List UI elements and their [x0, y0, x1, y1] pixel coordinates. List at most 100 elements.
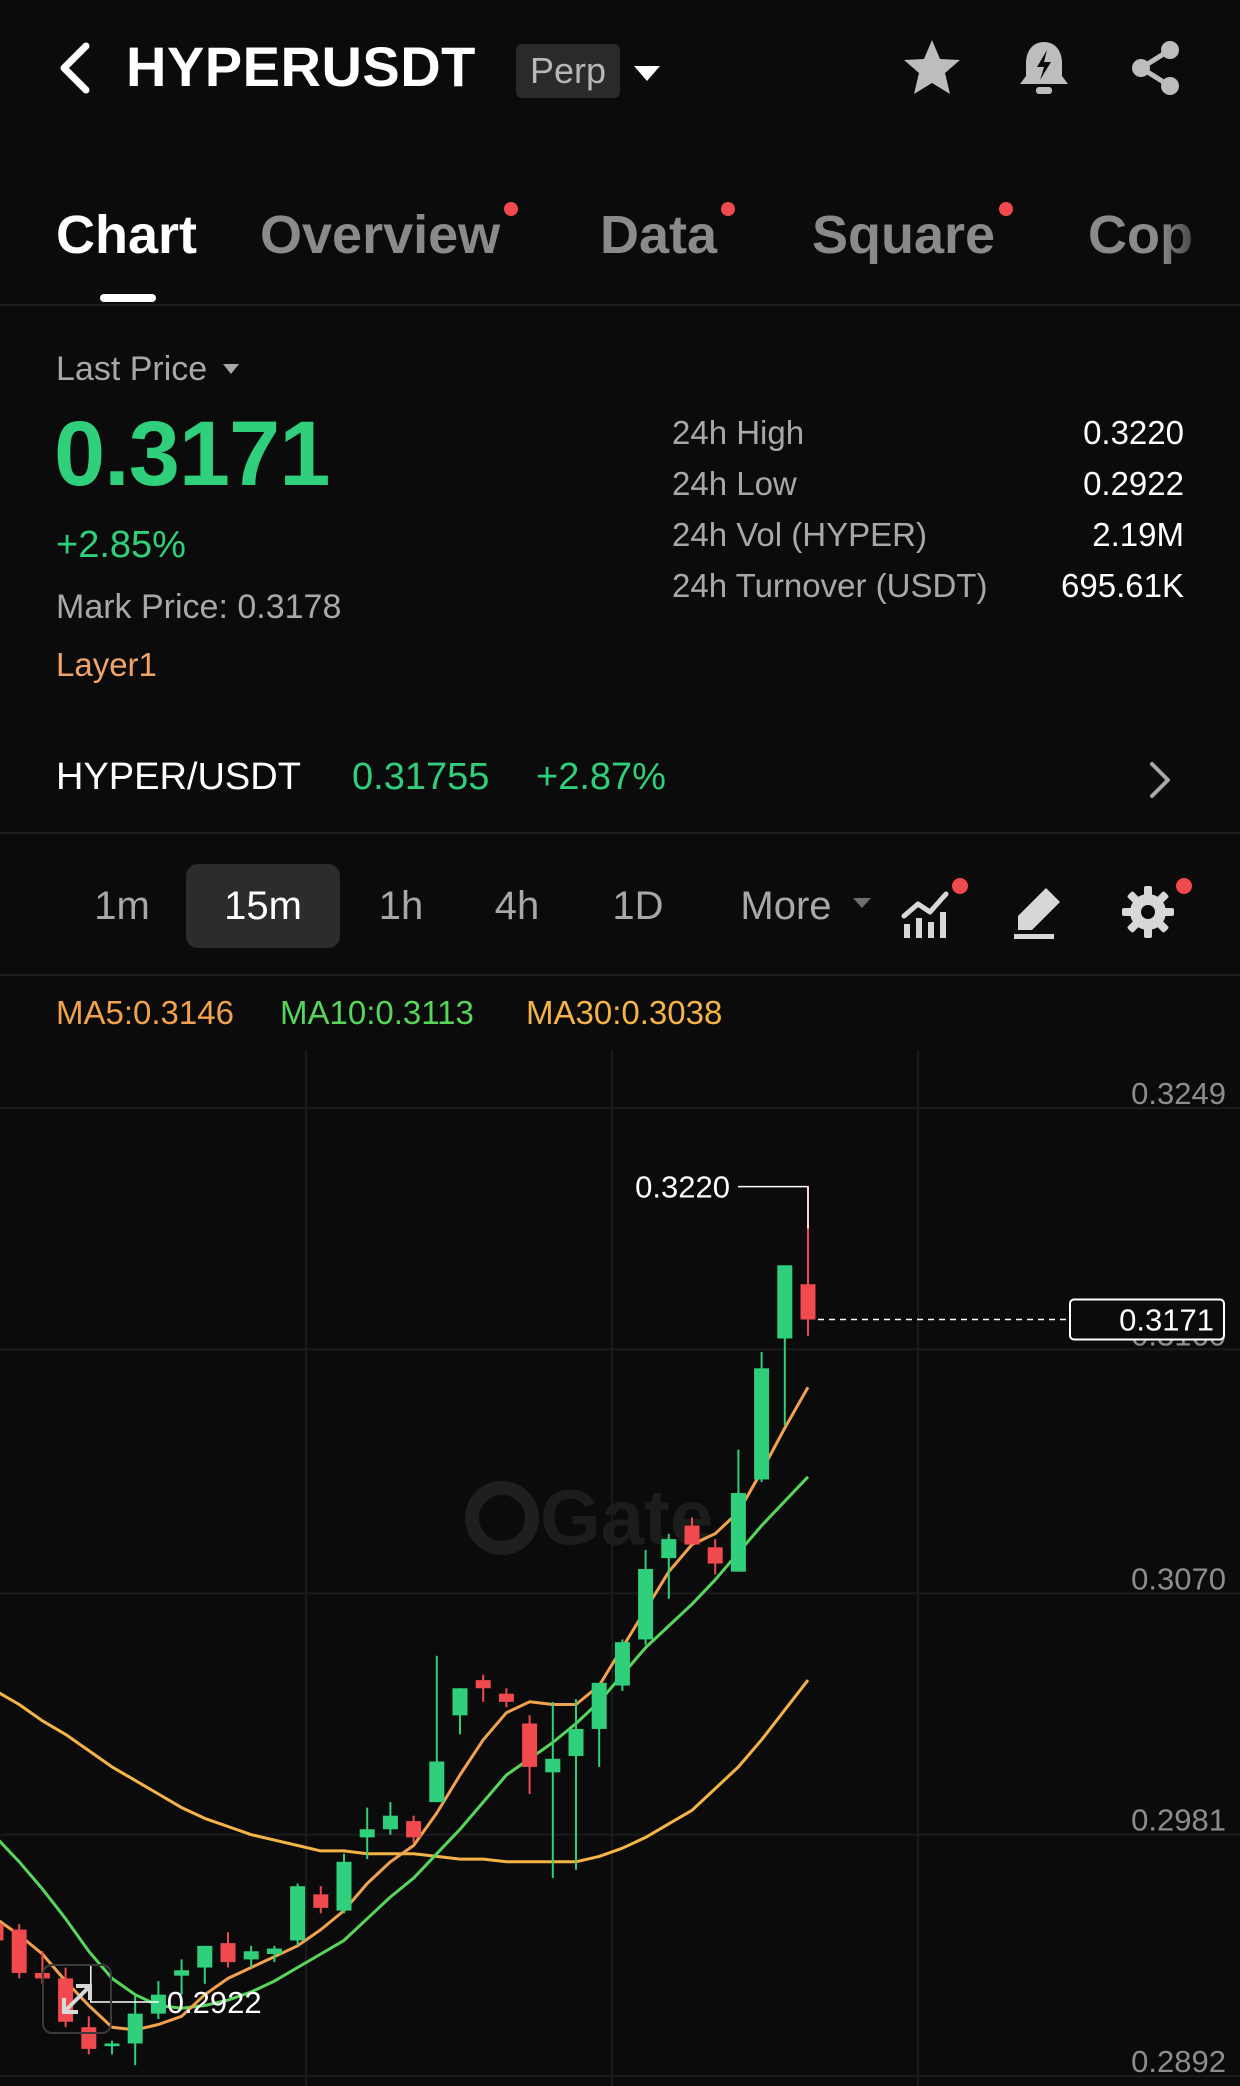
candle-body [661, 1539, 677, 1559]
indicators-icon[interactable] [898, 882, 958, 942]
contract-type-badge[interactable]: Perp [516, 44, 621, 98]
low-marker-label: 0.2922 [167, 1985, 262, 2020]
tabs-fade [1160, 188, 1240, 298]
expand-icon [62, 1984, 92, 2014]
chevron-right-icon [1150, 762, 1170, 798]
mark-price: Mark Price: 0.3178 [56, 588, 341, 627]
candle-body [313, 1894, 329, 1908]
notification-dot [952, 878, 968, 894]
tab-data[interactable]: Data [600, 202, 736, 266]
page-tabs: Chart Overview Data Square Cop [0, 188, 1240, 306]
last-price-label[interactable]: Last Price [56, 350, 207, 389]
tab-data-label: Data [600, 205, 718, 265]
tab-chart[interactable]: Chart [56, 204, 197, 266]
caret-down-icon[interactable] [852, 896, 872, 910]
price-markers: 0.3220 0.2922 0.3171 [90, 1170, 1225, 2020]
spot-pair-price: 0.31755 [352, 756, 490, 798]
interval-1d[interactable]: 1D [592, 864, 684, 948]
candle-body [429, 1761, 445, 1803]
stat-row: 24h Low 0.2922 [672, 465, 1184, 516]
stat-row: 24h High 0.3220 [672, 414, 1184, 465]
back-arrow-icon[interactable] [54, 38, 98, 98]
candle-body [475, 1680, 491, 1689]
draw-pen-icon[interactable] [1008, 882, 1068, 942]
candle-body [382, 1815, 398, 1830]
stat-label: 24h Vol (HYPER) [672, 516, 927, 553]
candle-body [591, 1682, 607, 1729]
candle-body [290, 1886, 306, 1941]
notification-dot [1176, 878, 1192, 894]
stat-value: 695.61K [1061, 567, 1184, 604]
stat-value: 0.3220 [1083, 414, 1184, 451]
active-tab-indicator [100, 294, 156, 302]
tab-overview[interactable]: Overview [260, 202, 519, 266]
candle-body [359, 1829, 375, 1838]
candle-body [220, 1943, 236, 1963]
notification-dot [504, 202, 519, 216]
tab-square-label: Square [812, 205, 996, 265]
candle-body [568, 1728, 584, 1757]
interval-more[interactable]: More [724, 864, 848, 948]
caret-down-icon[interactable] [222, 362, 240, 376]
spot-pair-row[interactable]: HYPER/USDT 0.31755 +2.87% [0, 740, 1240, 834]
price-alert-bell-icon[interactable] [1012, 36, 1076, 100]
candle-body [0, 1924, 4, 1941]
symbol-title[interactable]: HYPERUSDT [126, 34, 476, 99]
candle-body [800, 1284, 816, 1320]
candle-body [104, 2043, 120, 2047]
ma5-legend: MA5:0.3146 [56, 994, 234, 1031]
stat-value: 0.2922 [1083, 465, 1184, 502]
interval-1m[interactable]: 1m [78, 864, 166, 948]
stat-label: 24h Low [672, 465, 797, 502]
candle-body [197, 1945, 213, 1968]
candle-body [707, 1547, 723, 1564]
last-price-value: 0.3171 [54, 403, 330, 505]
candle-body [174, 1970, 190, 1976]
price-axis: 0.32490.31600.30700.29810.2892 [1131, 1076, 1226, 2079]
y-axis-label: 0.2981 [1131, 1803, 1226, 1838]
candle-body [614, 1642, 630, 1686]
24h-stats: 24h High 0.3220 24h Low 0.2922 24h Vol (… [672, 414, 1184, 618]
candle-body [498, 1693, 514, 1702]
watermark-logo: Gate [465, 1473, 713, 1561]
mark-price-value: 0.3178 [237, 588, 342, 626]
candlestick-chart[interactable]: Gate 0.32490.31600.30700.29810.2892 0.32… [0, 1050, 1240, 2086]
notification-dot [999, 202, 1014, 216]
high-marker-line [738, 1185, 809, 1229]
notification-dot [721, 202, 736, 216]
candle-body [266, 1948, 282, 1954]
stat-label: 24h Turnover (USDT) [672, 567, 988, 604]
candle-body [638, 1568, 654, 1640]
candle-body [127, 2013, 143, 2044]
ma30-legend: MA30:0.3038 [526, 994, 723, 1031]
interval-4h[interactable]: 4h [474, 864, 560, 948]
candles [0, 1186, 816, 2066]
spot-pair-name: HYPER/USDT [56, 756, 301, 798]
candle-body [684, 1525, 700, 1545]
y-axis-label: 0.3070 [1131, 1561, 1226, 1596]
interval-15m[interactable]: 15m [186, 864, 340, 948]
candle-body [243, 1951, 259, 1960]
candle-body [336, 1861, 352, 1911]
candle-body [406, 1821, 422, 1838]
expand-chart-button[interactable] [42, 1964, 112, 2034]
tab-chart-label: Chart [56, 205, 198, 265]
category-tag[interactable]: Layer1 [56, 646, 157, 684]
candle-body [730, 1493, 746, 1572]
high-marker-label: 0.3220 [635, 1170, 730, 1205]
top-bar: HYPERUSDT Perp [0, 0, 1240, 140]
star-icon[interactable] [900, 36, 964, 100]
tab-overview-label: Overview [260, 205, 501, 265]
interval-1h[interactable]: 1h [358, 864, 444, 948]
candle-body [150, 1994, 166, 2014]
candle-body [754, 1368, 770, 1480]
stat-value: 2.19M [1092, 516, 1184, 553]
stat-row: 24h Vol (HYPER) 2.19M [672, 516, 1184, 567]
stat-row: 24h Turnover (USDT) 695.61K [672, 567, 1184, 618]
candle-body [545, 1758, 561, 1773]
settings-gear-icon[interactable] [1118, 882, 1178, 942]
share-icon[interactable] [1124, 36, 1188, 100]
tab-square[interactable]: Square [812, 202, 1014, 266]
caret-down-icon[interactable] [632, 58, 662, 88]
spot-pair-change: +2.87% [536, 756, 666, 798]
